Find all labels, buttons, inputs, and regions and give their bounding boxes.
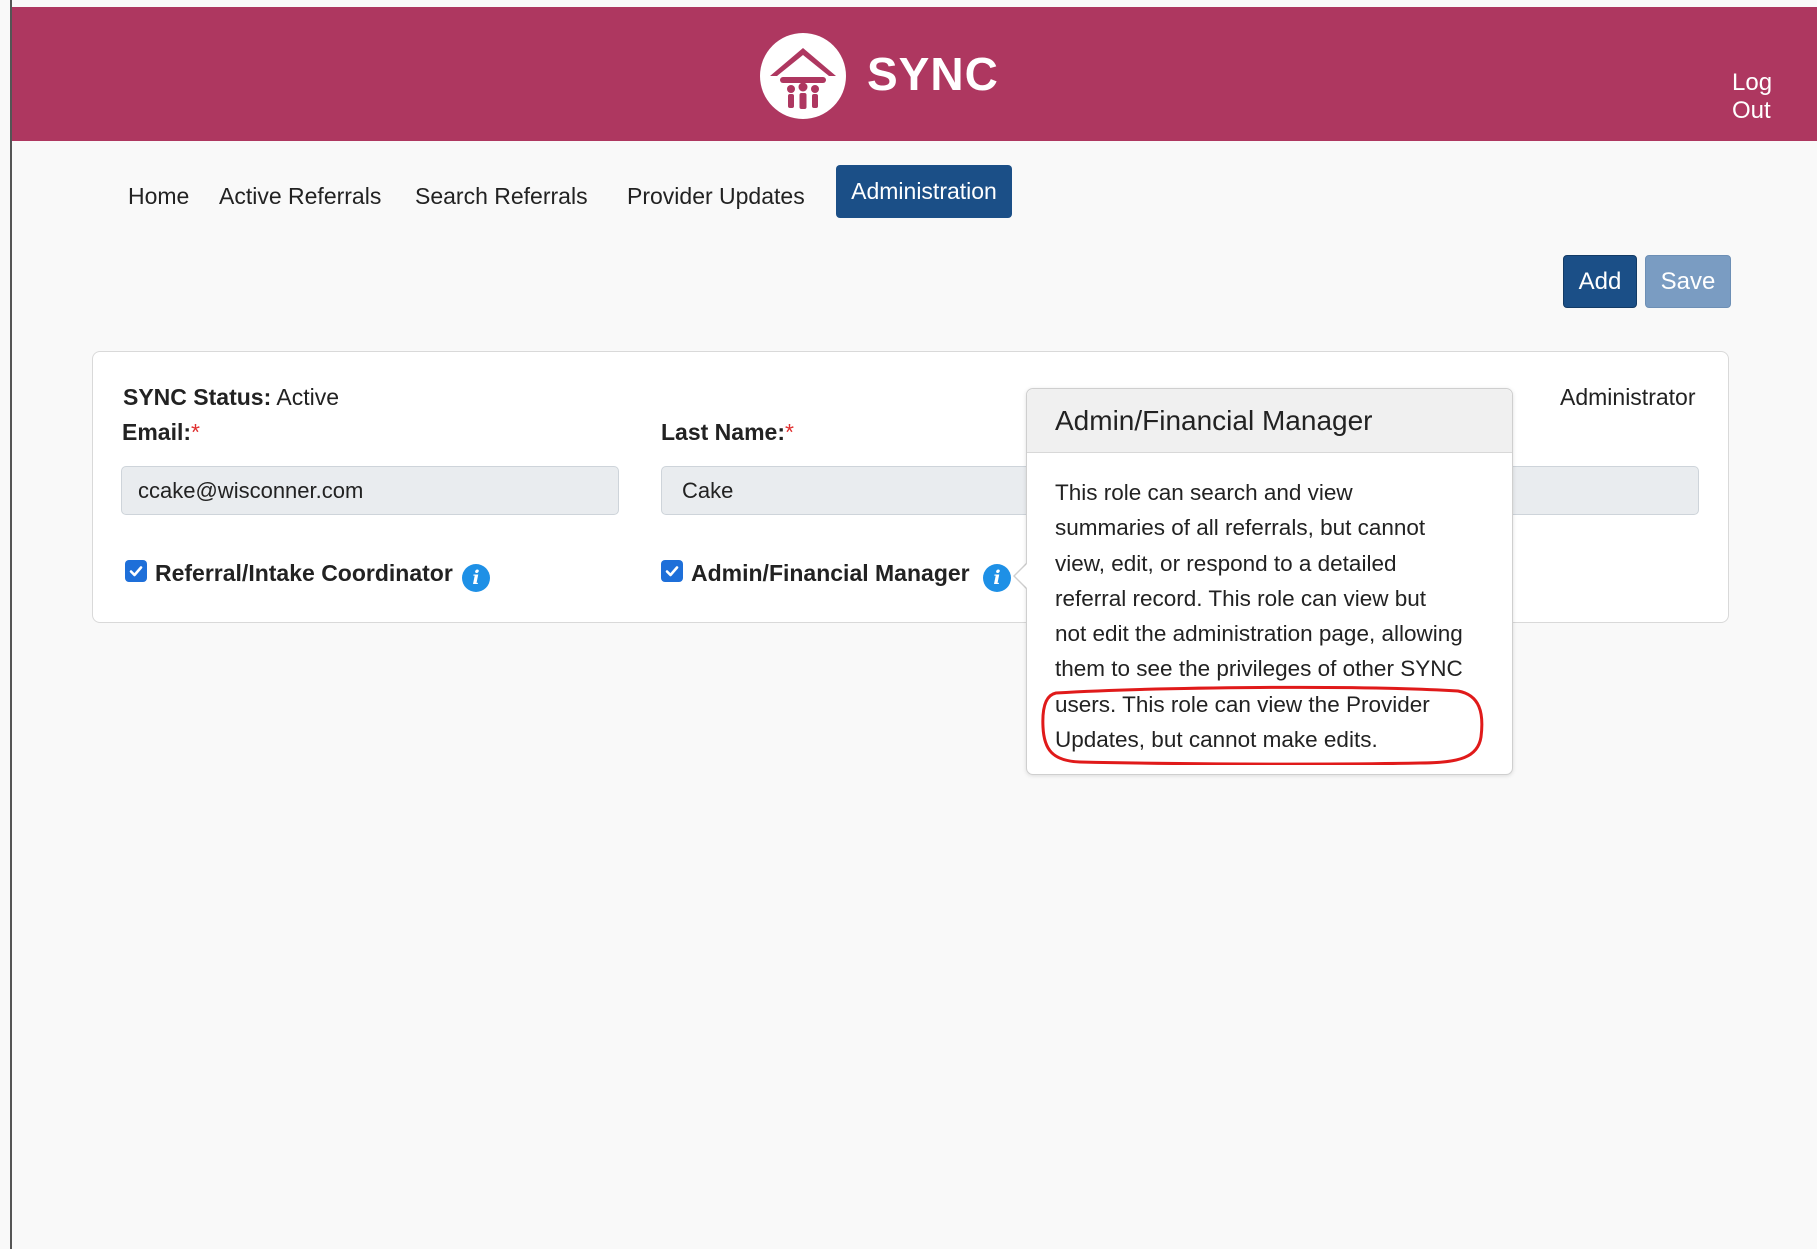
logout-link[interactable]: Log Out (1732, 69, 1817, 125)
popover-line: referral record. This role can view but (1055, 585, 1426, 611)
checkmark-icon (665, 566, 679, 577)
nav-home[interactable]: Home (128, 183, 189, 210)
save-button[interactable]: Save (1645, 255, 1731, 308)
popover-line: view, edit, or respond to a detailed (1055, 550, 1397, 576)
info-icon[interactable]: i (983, 564, 1011, 592)
checkmark-icon (129, 566, 143, 577)
sync-status: SYNC Status: Active (123, 384, 339, 411)
email-label-text: Email: (122, 419, 192, 445)
sync-status-value: Active (276, 384, 340, 410)
highlight-annotation (1041, 685, 1484, 765)
nav-provider-updates[interactable]: Provider Updates (627, 183, 805, 210)
nav-administration[interactable]: Administration (836, 165, 1012, 218)
role-label: Administrator (1560, 384, 1696, 410)
house-people-icon (760, 33, 846, 119)
popover-line: not edit the administration page, allowi… (1055, 621, 1463, 647)
required-marker: * (784, 419, 794, 445)
last-name-label: Last Name:* (661, 419, 794, 446)
referral-intake-label: Referral/Intake Coordinator (155, 560, 453, 586)
window-edge (10, 0, 12, 1249)
nav-active-referrals[interactable]: Active Referrals (219, 183, 381, 210)
popover-line: This role can search and view (1055, 480, 1353, 505)
sync-status-label: SYNC Status: (123, 384, 272, 410)
required-marker: * (191, 419, 200, 445)
popover-line: them to see the privileges of other SYNC (1055, 656, 1463, 682)
app-header: SYNC Log Out (12, 7, 1817, 141)
info-icon[interactable]: i (462, 564, 490, 592)
referral-intake-checkbox[interactable] (125, 560, 147, 582)
popover-arrow-inner (1015, 564, 1027, 588)
email-label: Email:* (122, 419, 200, 446)
popover-line: summaries of all referrals, but cannot (1055, 515, 1426, 541)
app-title: SYNC (867, 48, 999, 100)
last-name-label-text: Last Name: (661, 419, 785, 445)
email-field[interactable]: ccake@wisconner.com (121, 466, 619, 515)
add-button[interactable]: Add (1563, 255, 1637, 308)
admin-financial-checkbox[interactable] (661, 560, 683, 582)
admin-financial-label: Admin/Financial Manager (691, 560, 970, 586)
nav-search-referrals[interactable]: Search Referrals (415, 183, 588, 210)
popover-title: Admin/Financial Manager (1027, 389, 1512, 453)
